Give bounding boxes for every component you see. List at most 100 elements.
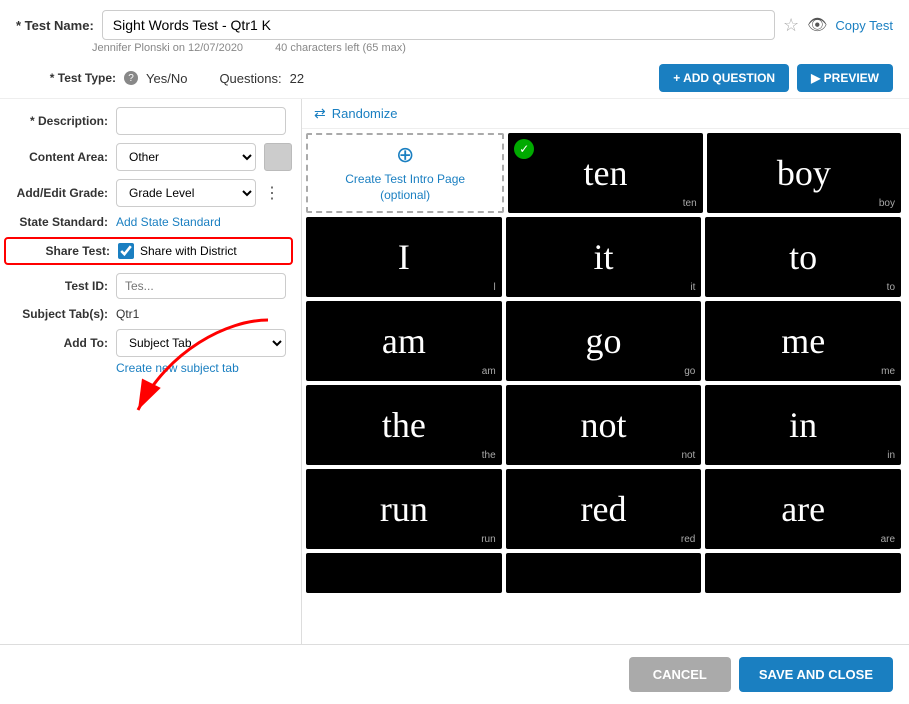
description-row: * Description: <box>0 107 301 135</box>
grid-row-5: run run red red are are <box>306 469 901 549</box>
word-cell-boy[interactable]: boy boy <box>707 133 901 213</box>
word-am: am <box>382 320 426 362</box>
word-cell-in[interactable]: in in <box>705 385 901 465</box>
main-layout: * Description: Content Area: Other Math … <box>0 98 909 644</box>
subject-tabs-row: Subject Tab(s): Qtr1 <box>0 307 301 321</box>
word-cell-to[interactable]: to to <box>705 217 901 297</box>
description-input[interactable] <box>116 107 286 135</box>
word-not: not <box>581 404 627 446</box>
label-me: me <box>881 366 895 377</box>
create-subject-tab-row: Create new subject tab <box>0 361 301 375</box>
word-cell-go[interactable]: go go <box>506 301 702 381</box>
label-are: are <box>881 534 895 545</box>
add-to-select[interactable]: Subject Tab Other <box>116 329 286 357</box>
cancel-button[interactable]: CANCEL <box>629 657 731 692</box>
grade-label: Add/Edit Grade: <box>8 186 108 200</box>
share-district-text: Share with District <box>140 244 237 258</box>
grid-row-2: I l it it to to <box>306 217 901 297</box>
grade-menu-icon[interactable]: ⋮ <box>264 183 280 203</box>
word-boy: boy <box>777 152 831 194</box>
grid-row-3: am am go go me me <box>306 301 901 381</box>
word-cell-I[interactable]: I l <box>306 217 502 297</box>
star-icon[interactable]: ☆ <box>783 15 799 36</box>
label-ten: ten <box>683 198 697 209</box>
intro-plus-icon: ⊕ <box>396 142 414 168</box>
left-panel: * Description: Content Area: Other Math … <box>0 99 302 644</box>
label-not: not <box>681 450 695 461</box>
create-subject-tab-link[interactable]: Create new subject tab <box>116 361 293 375</box>
word-cell-run[interactable]: run run <box>306 469 502 549</box>
add-state-standard-link[interactable]: Add State Standard <box>116 215 221 229</box>
description-label: * Description: <box>8 114 108 128</box>
subject-tabs-value: Qtr1 <box>116 307 139 321</box>
state-standard-label: State Standard: <box>8 215 108 229</box>
save-and-close-button[interactable]: SAVE AND CLOSE <box>739 657 893 692</box>
grid-scroll[interactable]: ⊕ Create Test Intro Page(optional) ✓ ten… <box>302 129 909 644</box>
grade-select[interactable]: Grade Level <box>116 179 256 207</box>
label-run: run <box>481 534 495 545</box>
intro-label: Create Test Intro Page(optional) <box>345 172 465 203</box>
word-cell-am[interactable]: am am <box>306 301 502 381</box>
checkmark-ten: ✓ <box>514 139 534 159</box>
word-cell-the[interactable]: the the <box>306 385 502 465</box>
label-go: go <box>684 366 695 377</box>
word-to: to <box>789 236 817 278</box>
word-go: go <box>586 320 622 362</box>
word-me: me <box>781 320 825 362</box>
label-to: to <box>887 282 895 293</box>
add-question-button[interactable]: + ADD QUESTION <box>659 64 789 92</box>
randomize-bar[interactable]: ⇄ Randomize <box>302 99 909 129</box>
subject-tabs-label: Subject Tab(s): <box>8 307 108 321</box>
word-cell-ten[interactable]: ✓ ten ten <box>508 133 702 213</box>
randomize-icon: ⇄ <box>314 105 326 122</box>
test-name-row: * Test Name: ☆ 👁 Copy Test <box>0 0 909 40</box>
test-type-label: * Test Type: <box>16 71 116 85</box>
word-run: run <box>380 488 428 530</box>
label-am: am <box>482 366 496 377</box>
share-with-district-label[interactable]: Share with District <box>118 243 237 259</box>
test-id-input[interactable] <box>116 273 286 299</box>
label-red: red <box>681 534 695 545</box>
right-panel: ⇄ Randomize ⊕ Create Test Intro Page(opt… <box>302 99 909 644</box>
word-cell-me[interactable]: me me <box>705 301 901 381</box>
grade-row: Add/Edit Grade: Grade Level ⋮ <box>0 179 301 207</box>
randomize-label: Randomize <box>332 106 398 121</box>
label-in: in <box>887 450 895 461</box>
eye-icon[interactable]: 👁 <box>807 15 827 35</box>
intro-cell[interactable]: ⊕ Create Test Intro Page(optional) <box>306 133 504 213</box>
questions-label: Questions: <box>219 71 281 86</box>
content-area-select[interactable]: Other Math Science English <box>116 143 256 171</box>
word-cell-not[interactable]: not not <box>506 385 702 465</box>
add-to-label: Add To: <box>8 336 108 350</box>
share-test-label: Share Test: <box>14 244 110 258</box>
add-to-row: Add To: Subject Tab Other <box>0 329 301 357</box>
word-cell-p1[interactable] <box>306 553 502 593</box>
test-id-row: Test ID: <box>0 273 301 299</box>
author-info: Jennifer Plonski on 12/07/2020 <box>92 42 243 54</box>
word-cell-it[interactable]: it it <box>506 217 702 297</box>
word-I: I <box>398 236 410 278</box>
grid-row-6 <box>306 553 901 593</box>
word-ten: ten <box>584 152 628 194</box>
label-the: the <box>482 450 496 461</box>
questions-count: 22 <box>290 71 304 86</box>
preview-button[interactable]: ▶ PREVIEW <box>797 64 893 92</box>
word-cell-p3[interactable] <box>705 553 901 593</box>
test-type-help-icon[interactable]: ? <box>124 71 138 85</box>
share-with-district-checkbox[interactable] <box>118 243 134 259</box>
copy-test-link[interactable]: Copy Test <box>835 18 893 33</box>
content-area-row: Content Area: Other Math Science English <box>0 143 301 171</box>
test-type-row: * Test Type: ? Yes/No Questions: 22 + AD… <box>0 60 909 98</box>
word-cell-red[interactable]: red red <box>506 469 702 549</box>
label-boy: boy <box>879 198 895 209</box>
word-cell-p2[interactable] <box>506 553 702 593</box>
test-name-subtitle: Jennifer Plonski on 12/07/2020 40 charac… <box>0 40 909 60</box>
share-test-row: Share Test: Share with District <box>4 237 293 265</box>
test-name-input[interactable] <box>102 10 775 40</box>
color-swatch[interactable] <box>264 143 292 171</box>
grid-row-1: ⊕ Create Test Intro Page(optional) ✓ ten… <box>306 133 901 213</box>
word-cell-are[interactable]: are are <box>705 469 901 549</box>
state-standard-row: State Standard: Add State Standard <box>0 215 301 229</box>
label-I: l <box>493 282 495 293</box>
test-type-value: Yes/No <box>146 71 187 86</box>
